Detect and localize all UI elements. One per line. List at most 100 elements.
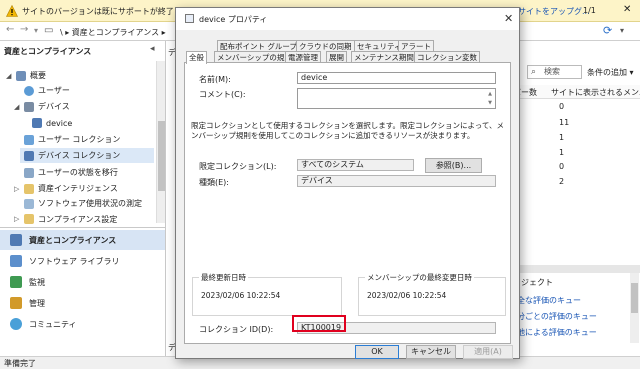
migration-icon (24, 167, 34, 178)
tree-item-user-collections[interactable]: ユーザー コレクション (24, 134, 120, 145)
collection-icon (32, 118, 42, 128)
name-field[interactable]: device (297, 72, 496, 84)
software-library-icon (10, 255, 22, 267)
column-header-visible-members[interactable]: サイトに表示されるメンバー (551, 87, 640, 98)
upgrade-link[interactable]: サイトをアップグ... (518, 6, 590, 17)
limiting-collection-description: 限定コレクションとして使用するコレクションを選択します。限定コレクションによって… (191, 121, 505, 140)
metering-icon (24, 198, 34, 209)
tree-item-device-collections[interactable]: デバイス コレクション (20, 148, 154, 163)
membership-change-label: メンバーシップの最終変更日時 (365, 272, 474, 283)
tree-item-devices[interactable]: ◢ デバイス (14, 101, 70, 112)
status-text: 準備完了 (4, 359, 36, 368)
tree-item-label: 資産インテリジェンス (38, 184, 118, 193)
tree-item-software-metering[interactable]: ソフトウェア使用状況の測定 (24, 198, 142, 209)
table-cell: 1 (559, 148, 565, 157)
detail-link[interactable]: 他による評価のキュー (517, 327, 597, 338)
table-cell: 1 (559, 133, 565, 142)
tree-item-overview[interactable]: ◢ 概要 (6, 70, 46, 81)
general-tab-panel: 名前(M): device コメント(C): ▲ ▼ 限定コレクションとして使用す… (184, 62, 511, 344)
search-label: 検索 (544, 67, 560, 76)
limiting-collection-field: すべてのシステム (297, 159, 414, 171)
comment-field[interactable]: ▲ ▼ (297, 88, 496, 109)
breadcrumb: \ ▸ 資産とコンプライアンス ▸ (60, 28, 166, 37)
splitter[interactable] (513, 265, 640, 273)
last-update-label: 最終更新日時 (199, 272, 248, 283)
community-icon (10, 318, 22, 330)
scrollbar-thumb[interactable] (631, 283, 638, 313)
type-field: デバイス (297, 175, 496, 187)
table-cell: 0 (559, 102, 565, 111)
workspace-community[interactable]: コミュニティ (0, 314, 165, 334)
tree-item-label: デバイス (38, 102, 70, 111)
tree-item-asset-intelligence[interactable]: ▷ 資産インテリジェンス (14, 183, 118, 194)
tree-item-label: device (46, 118, 73, 128)
tree-item-label: コンプライアンス設定 (38, 214, 118, 224)
device-collection-icon (24, 150, 34, 161)
expander-icon[interactable]: ◢ (6, 72, 14, 80)
tree-item-label: ソフトウェア使用状況の測定 (38, 199, 142, 208)
dialog-title: device プロパティ (199, 15, 268, 24)
history-dropdown-icon[interactable]: ▾ (34, 26, 38, 35)
collapse-icon[interactable]: ◂ (150, 44, 155, 54)
add-criteria-button[interactable]: 条件の追加 ▾ (587, 67, 634, 78)
detail-link[interactable]: 全な評価のキュー (517, 295, 581, 306)
workspace-label: 管理 (29, 298, 45, 308)
last-update-group: 最終更新日時 2023/02/06 10:22:54 (192, 272, 342, 316)
membership-change-group: メンバーシップの最終変更日時 2023/02/06 10:22:54 (358, 272, 506, 316)
tree-item-user-state-migration[interactable]: ユーザーの状態を移行 (24, 167, 118, 178)
tree-item-device[interactable]: device (32, 118, 72, 128)
cancel-button[interactable]: キャンセル (406, 345, 456, 359)
tree-item-compliance-settings[interactable]: ▷ コンプライアンス設定 (14, 213, 117, 225)
forward-arrow-icon[interactable]: → (20, 24, 28, 35)
workspace-bar: 資産とコンプライアンス ソフトウェア ライブラリ 監視 管理 コミュニティ (0, 227, 165, 330)
ok-button[interactable]: OK (355, 345, 399, 359)
monitoring-icon (10, 276, 22, 288)
name-label: 名前(M): (199, 75, 231, 84)
dialog-titlebar[interactable]: device プロパティ ✕ (176, 8, 519, 30)
memo-scroll-icon[interactable]: ▲ ▼ (486, 90, 494, 108)
scrollbar-thumb[interactable] (158, 121, 165, 191)
window-icon (185, 14, 194, 23)
folder-icon: ▭ (44, 25, 54, 36)
detail-link[interactable]: 分ごとの評価のキュー (517, 311, 597, 322)
close-icon[interactable]: ✕ (623, 4, 631, 15)
detail-scrollbar[interactable] (630, 273, 639, 343)
table-cell: 0 (559, 162, 565, 171)
user-icon (24, 85, 34, 96)
workspace-administration[interactable]: 管理 (0, 293, 165, 313)
expander-icon[interactable]: ◢ (14, 103, 22, 111)
tree-item-users[interactable]: ユーザー (24, 85, 70, 96)
workspace-monitoring[interactable]: 監視 (0, 272, 165, 292)
apply-button[interactable]: 適用(A) (463, 345, 513, 359)
tab-general[interactable]: 全般 (186, 51, 207, 64)
close-icon[interactable]: ✕ (504, 12, 513, 25)
workspace-software-library[interactable]: ソフトウェア ライブラリ (0, 251, 165, 271)
workspace-label: ソフトウェア ライブラリ (29, 256, 120, 266)
annotation-highlight-box (292, 315, 346, 332)
tree-scrollbar[interactable] (156, 61, 165, 223)
detail-title: ジェクト (521, 278, 553, 287)
overview-icon (16, 70, 26, 81)
workspace-assets[interactable]: 資産とコンプライアンス (0, 230, 165, 250)
refresh-icon[interactable]: ⟳ (603, 24, 612, 37)
tree-item-label: ユーザー (38, 86, 70, 95)
warning-icon (6, 5, 18, 17)
tree-item-label: デバイス コレクション (38, 151, 121, 160)
table-cell: 11 (559, 118, 570, 127)
browse-button[interactable]: 参照(B)... (425, 158, 482, 173)
expander-icon[interactable]: ▷ (14, 185, 22, 193)
nav-title: 資産とコンプライアンス (4, 47, 92, 56)
search-icon: ⌕ (531, 67, 537, 77)
administration-icon (10, 297, 22, 309)
table-cell: 2 (559, 177, 565, 186)
search-button[interactable]: ⌕ 検索 (527, 65, 582, 79)
results-pane: ⌕ 検索 条件の追加 ▾ バー数 サイトに表示されるメンバー 0 11 1 1 … (513, 41, 640, 356)
back-arrow-icon[interactable]: ← (6, 24, 14, 35)
assets-icon (10, 234, 22, 246)
navigation-pane: 資産とコンプライアンス ◂ ◢ 概要 ユーザー ◢ デバイス device ユー… (0, 41, 166, 356)
device-icon (24, 101, 34, 112)
type-label: 種類(E): (199, 178, 229, 187)
expander-icon[interactable]: ▷ (14, 215, 22, 223)
chevron-down-icon[interactable]: ▾ (620, 26, 624, 35)
user-collection-icon (24, 134, 34, 145)
